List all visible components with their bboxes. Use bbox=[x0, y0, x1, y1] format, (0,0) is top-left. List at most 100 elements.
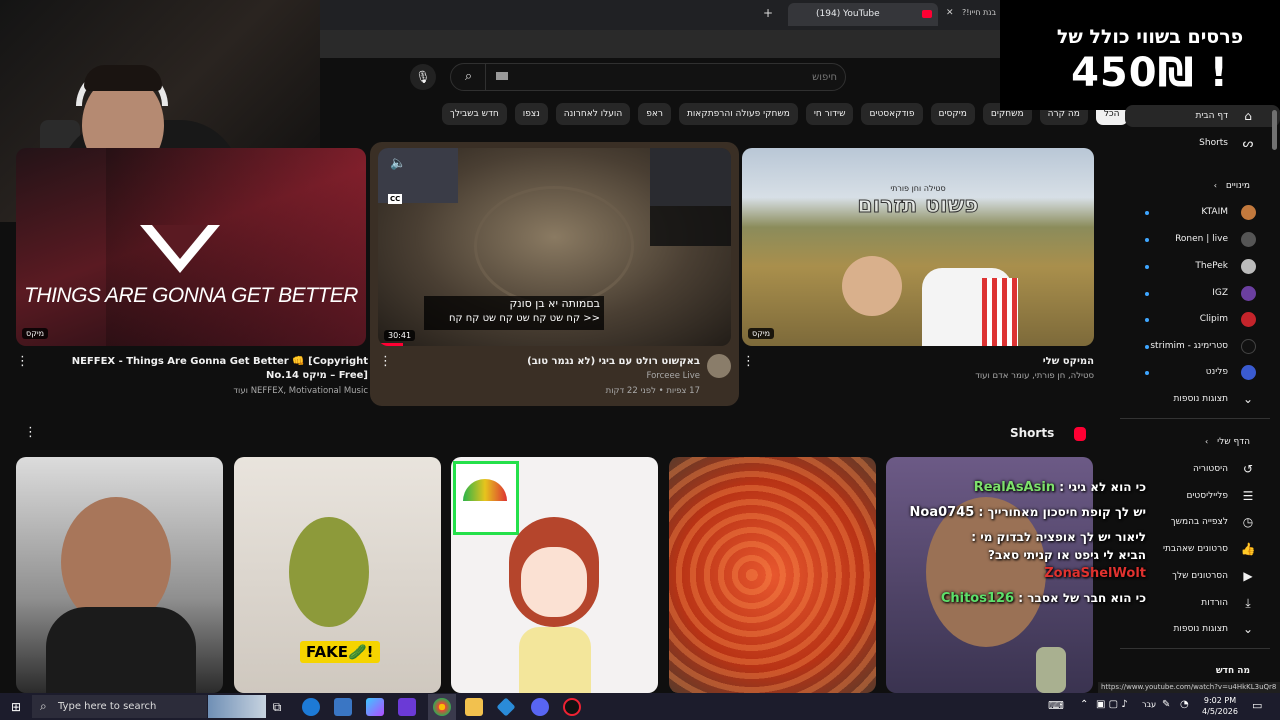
chip[interactable]: נצפו bbox=[514, 103, 548, 125]
sidebar-item-channel[interactable]: פלינט bbox=[1125, 361, 1280, 383]
table-image bbox=[474, 186, 634, 306]
download-icon: ⤓ bbox=[1245, 596, 1251, 610]
short-thumbnail[interactable] bbox=[669, 457, 876, 693]
channel-avatar bbox=[1241, 286, 1256, 301]
sidebar-item-channel[interactable]: KTAIM bbox=[1125, 201, 1280, 223]
chip[interactable]: מיקסים bbox=[930, 103, 975, 125]
chip[interactable]: שידור חי bbox=[805, 103, 854, 125]
voice-search-icon[interactable]: 🎙 bbox=[410, 64, 436, 90]
task-view-icon[interactable]: ⧉ bbox=[268, 698, 286, 716]
short-thumbnail[interactable] bbox=[16, 457, 223, 693]
wifi-icon[interactable]: ◔ bbox=[1180, 699, 1189, 710]
sidebar-item-shorts[interactable]: ᔕ Shorts bbox=[1125, 132, 1280, 154]
short-thumbnail[interactable] bbox=[451, 457, 658, 693]
volume-icon[interactable]: 🔈 bbox=[390, 156, 406, 171]
show-more-subscriptions[interactable]: ⌄ תצוגות נוספות bbox=[1125, 388, 1280, 410]
sidebar-item-label: תצוגות נוספות bbox=[1173, 624, 1228, 634]
store-icon[interactable] bbox=[334, 698, 352, 716]
sidebar-item-channel[interactable]: Ronen | live bbox=[1125, 228, 1280, 250]
sidebar-item-channel[interactable]: IGZ bbox=[1125, 282, 1280, 304]
duration-badge: 30:41 bbox=[384, 330, 416, 341]
channel-avatar bbox=[1241, 339, 1256, 354]
taskbar-search[interactable]: ⌕ Type here to search bbox=[32, 695, 207, 718]
you-header[interactable]: הדף שלי › bbox=[1125, 431, 1280, 453]
subscriptions-header[interactable]: מינויים › bbox=[1125, 175, 1280, 197]
search-icon[interactable]: ⌕ bbox=[452, 64, 486, 90]
video-channel[interactable]: סטילה, חן פורתי, עומר אדם ועוד bbox=[764, 371, 1094, 381]
chat-message: כי הוא חבר של אסבר : Chitos126 bbox=[941, 589, 1146, 608]
video-title[interactable]: המיקס שלי bbox=[764, 355, 1094, 369]
chat-message: ליאור יש לך אופציה לבדוק מי : הביא לי גי… bbox=[946, 528, 1146, 583]
chip[interactable]: הועלו לאחרונה bbox=[555, 103, 631, 125]
taskbar-clock[interactable]: 9:02 PM 4/5/2026 bbox=[1198, 695, 1242, 717]
new-content-dot bbox=[1145, 292, 1149, 296]
chrome-icon[interactable] bbox=[433, 698, 451, 716]
sidebar-item-label: סרטונים שאהבתי bbox=[1162, 544, 1228, 554]
show-more-you[interactable]: ⌄ תצוגות נוספות bbox=[1125, 618, 1280, 640]
new-content-dot bbox=[1145, 371, 1149, 375]
notifications-icon[interactable]: ▭ bbox=[1252, 699, 1262, 712]
chat-username: Chitos126 bbox=[940, 591, 1015, 606]
more-options-icon[interactable]: ⋮ bbox=[379, 354, 392, 369]
more-options-icon[interactable]: ⋮ bbox=[742, 354, 755, 369]
search-input[interactable] bbox=[492, 69, 837, 85]
chip[interactable]: ראפ bbox=[638, 103, 671, 125]
more-options-icon[interactable]: ⋮ bbox=[16, 354, 29, 369]
new-tab-button[interactable]: + bbox=[763, 6, 773, 20]
video-channel[interactable]: NEFFEX, Motivational Music ועוד bbox=[40, 386, 368, 396]
chevron-up-icon[interactable]: ⌃ bbox=[1080, 699, 1088, 710]
progress-bar[interactable] bbox=[378, 343, 403, 346]
chip[interactable]: פודקאסטים bbox=[861, 103, 923, 125]
thumbnail-subtext: סטילה וחן פורתי bbox=[890, 184, 946, 193]
chip[interactable]: חדש בשבילך bbox=[442, 103, 507, 125]
sidebar-item-downloads[interactable]: ⤓ הורדות bbox=[1125, 592, 1280, 614]
chat-message: יש לך קופת חיסכון מאחורייך : Noa0745 bbox=[910, 503, 1146, 522]
sidebar-item-channel[interactable]: Clipim bbox=[1125, 308, 1280, 330]
sidebar-item-your-videos[interactable]: ▶ הסרטונים שלך bbox=[1125, 565, 1280, 587]
video-title[interactable]: NEFFEX - Things Are Gonna Get Better 👊 [… bbox=[40, 355, 368, 383]
channel-avatar[interactable] bbox=[707, 354, 731, 378]
tray-icons[interactable]: ▣ ▢ ♪ bbox=[1096, 699, 1128, 710]
sidebar-item-channel[interactable]: סטרימינג - strimim bbox=[1125, 335, 1280, 357]
tab-youtube[interactable]: (194) YouTube bbox=[788, 3, 938, 26]
language-indicator[interactable]: עבר bbox=[1142, 700, 1156, 709]
sidebar-item-label: הורדות bbox=[1201, 598, 1228, 608]
sidebar-item-history[interactable]: ↺ היסטוריה bbox=[1125, 458, 1280, 480]
edge-icon[interactable] bbox=[302, 698, 320, 716]
video-preview[interactable]: 🔈 CC בםמותה יא בן סונק << קח שט קח שט קח… bbox=[378, 148, 731, 346]
video-channel[interactable]: Forceee Live bbox=[400, 371, 700, 381]
like-icon: 👍 bbox=[1240, 542, 1256, 556]
tab-other[interactable]: בנת חייו!? bbox=[962, 8, 996, 17]
obs-icon[interactable] bbox=[563, 698, 581, 716]
file-explorer-icon[interactable] bbox=[465, 698, 483, 716]
video-title[interactable]: באקשוט רולט עם ביגי (לא נגמר טוב) bbox=[400, 355, 700, 369]
keyboard-icon[interactable]: ⌨ bbox=[1048, 699, 1064, 712]
m365-icon[interactable] bbox=[398, 698, 416, 716]
clock-icon: ◷ bbox=[1242, 515, 1254, 529]
video-thumbnail[interactable]: סטילה וחן פורתי פשוט תזרום מיקס bbox=[742, 148, 1094, 346]
sidebar-item-liked[interactable]: 👍 סרטונים שאהבתי bbox=[1125, 538, 1280, 560]
whats-new[interactable]: מה חדש bbox=[1125, 660, 1280, 682]
chip[interactable]: משחקי פעולה והרפתקאות bbox=[678, 103, 798, 125]
sidebar-item-watch-later[interactable]: ◷ לצפייה בהמשך bbox=[1125, 511, 1280, 533]
address-bar[interactable] bbox=[320, 30, 1000, 58]
person-image bbox=[842, 256, 902, 316]
keyboard-icon[interactable] bbox=[496, 72, 508, 80]
shirt-image bbox=[46, 607, 196, 693]
close-tab-icon[interactable]: ✕ bbox=[946, 8, 954, 18]
sidebar-item-playlists[interactable]: ☰ פלייליסטים bbox=[1125, 485, 1280, 507]
more-options-icon[interactable]: ⋮ bbox=[24, 425, 37, 440]
discord-icon[interactable] bbox=[531, 698, 549, 716]
chat-username: Noa0745 bbox=[909, 505, 975, 520]
new-content-dot bbox=[1145, 318, 1149, 322]
windows-start-icon[interactable]: ⊞ bbox=[7, 698, 25, 716]
anime-face bbox=[521, 547, 587, 617]
sidebar-item-channel[interactable]: ThePek bbox=[1125, 255, 1280, 277]
pen-icon[interactable]: ✎ bbox=[1162, 699, 1170, 710]
copilot-icon[interactable] bbox=[366, 698, 384, 716]
cc-icon[interactable]: CC bbox=[388, 194, 403, 204]
scrollbar-thumb[interactable] bbox=[1272, 110, 1277, 150]
sidebar-item-home[interactable]: ⌂ דף הבית bbox=[1125, 105, 1280, 127]
sidebar-item-label: היסטוריה bbox=[1193, 464, 1228, 474]
short-thumbnail[interactable]: FAKE🥒! bbox=[234, 457, 441, 693]
